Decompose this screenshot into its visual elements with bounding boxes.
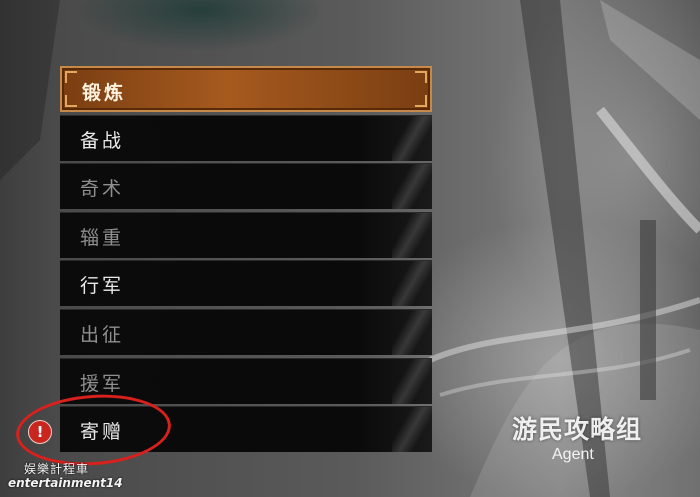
ornament-corner [65, 71, 77, 83]
watermark-agent: Agent [552, 446, 594, 463]
watermark-corner-en: entertainment14 [8, 476, 123, 490]
menu-item-label: 出征 [80, 323, 125, 346]
ornament-corner [415, 95, 427, 107]
watermark-group-logo: 游民攻略组 [512, 415, 643, 444]
menu-item-arcane[interactable]: 奇术 [60, 163, 432, 210]
menu-item-supplies[interactable]: 辎重 [60, 211, 432, 258]
menu-item-forge[interactable]: 锻炼 [60, 66, 432, 112]
menu-item-label: 奇术 [80, 178, 125, 201]
menu-item-prepare[interactable]: 备战 [60, 114, 432, 161]
menu-item-label: 备战 [80, 129, 125, 152]
watermark-corner-cn: 娱樂計程車 [24, 462, 90, 476]
menu-item-label: 锻炼 [82, 82, 127, 104]
menu-item-expedition[interactable]: 出征 [60, 308, 432, 355]
menu-item-label: 行军 [80, 275, 125, 298]
ornament-corner [415, 71, 427, 83]
menu-item-march[interactable]: 行军 [60, 260, 432, 307]
ornament-corner [65, 95, 77, 107]
menu-item-label: 援军 [80, 372, 125, 395]
menu-item-label: 辎重 [80, 226, 125, 249]
